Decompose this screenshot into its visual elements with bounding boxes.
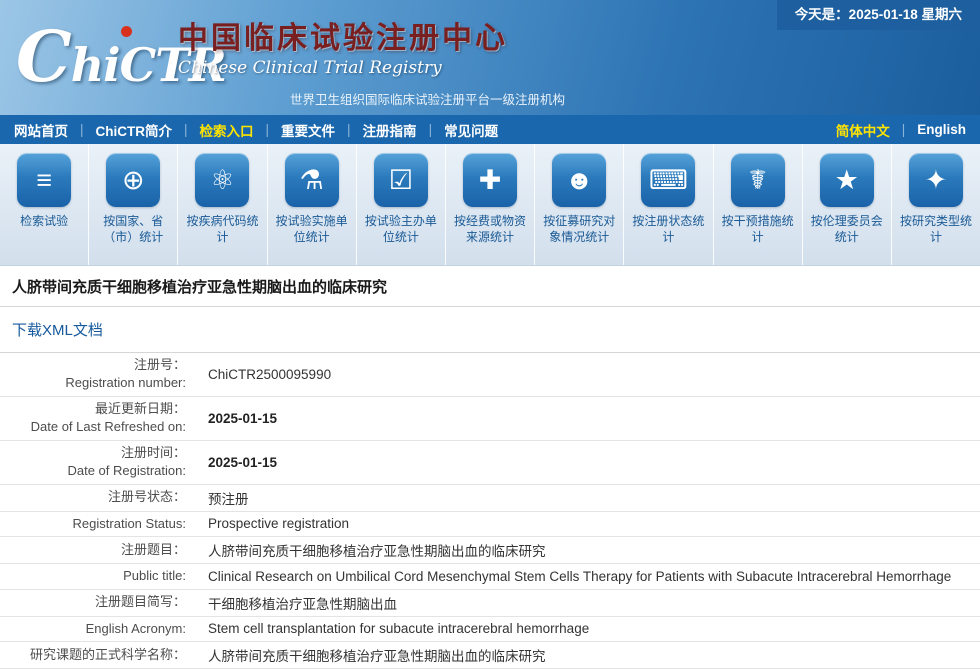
site-subtitle: 世界卫生组织国际临床试验注册平台一级注册机构 xyxy=(290,89,565,108)
nav-separator: | xyxy=(902,122,906,137)
nav-lang-chinese[interactable]: 简体中文 xyxy=(836,120,890,140)
public-title-en-row: Public title: Clinical Research on Umbil… xyxy=(0,564,980,589)
nav-separator: | xyxy=(184,122,188,137)
field-value: 2025-01-15 xyxy=(196,396,980,440)
registration-number-row: 注册号： Registration number: ChiCTR25000959… xyxy=(0,353,980,396)
nav-home[interactable]: 网站首页 xyxy=(14,120,68,140)
field-label: 研究课题的正式科学名称： xyxy=(0,642,196,669)
nav-separator: | xyxy=(266,122,270,137)
site-title-en: Chinese Clinical Trial Registry xyxy=(178,58,565,78)
date-bar: 今天是：2025-01-18 星期六 xyxy=(777,0,980,30)
flask-icon: ⚗ xyxy=(300,165,324,195)
stats-icon-bar: ≡ 检索试验 ⊕ 按国家、省（市）统计 ⚛ 按疾病代码统计 ⚗ 按试验实施单位统… xyxy=(0,144,980,266)
stat-item-label: 检索试验 xyxy=(5,213,83,229)
field-label: 注册号： Registration number: xyxy=(0,353,196,396)
globe-icon: ⊕ xyxy=(122,165,145,195)
field-value: 人脐带间充质干细胞移植治疗亚急性期脑出血的临床研究 xyxy=(196,642,980,669)
stat-item-by-ethics-committee[interactable]: ★ 按伦理委员会统计 xyxy=(803,144,892,265)
logo-accent-dot xyxy=(121,26,132,37)
field-label: English Acronym: xyxy=(0,616,196,641)
dna-icon: ⚛ xyxy=(210,165,234,195)
field-value: 预注册 xyxy=(196,484,980,511)
nav-lang-english[interactable]: English xyxy=(917,122,966,137)
field-label: Registration Status: xyxy=(0,511,196,536)
field-label: 最近更新日期： Date of Last Refreshed on: xyxy=(0,396,196,440)
field-value: 干细胞移植治疗亚急性期脑出血 xyxy=(196,589,980,616)
stat-item-label: 按注册状态统计 xyxy=(629,213,707,245)
field-value: 2025-01-15 xyxy=(196,440,980,484)
stat-item-label: 按试验主办单位统计 xyxy=(362,213,440,245)
stat-item-by-sponsor-unit[interactable]: ☑ 按试验主办单位统计 xyxy=(357,144,446,265)
acronym-en-row: English Acronym: Stem cell transplantati… xyxy=(0,616,980,641)
stat-item-label: 按伦理委员会统计 xyxy=(808,213,886,245)
field-label: Public title: xyxy=(0,564,196,589)
stat-item-label: 按试验实施单位统计 xyxy=(273,213,351,245)
public-title-cn-row: 注册题目： 人脐带间充质干细胞移植治疗亚急性期脑出血的临床研究 xyxy=(0,537,980,564)
field-value: 人脐带间充质干细胞移植治疗亚急性期脑出血的临床研究 xyxy=(196,537,980,564)
registration-date-row: 注册时间： Date of Registration: 2025-01-15 xyxy=(0,440,980,484)
scientific-title-row: 研究课题的正式科学名称： 人脐带间充质干细胞移植治疗亚急性期脑出血的临床研究 xyxy=(0,642,980,669)
stat-item-by-region[interactable]: ⊕ 按国家、省（市）统计 xyxy=(89,144,178,265)
stat-item-by-disease-code[interactable]: ⚛ 按疾病代码统计 xyxy=(178,144,267,265)
stat-item-label: 按干预措施统计 xyxy=(719,213,797,245)
stat-item-label: 按国家、省（市）统计 xyxy=(94,213,172,245)
field-label: 注册号状态： xyxy=(0,484,196,511)
stat-item-label: 按疾病代码统计 xyxy=(183,213,261,245)
nav-guide[interactable]: 注册指南 xyxy=(363,120,417,140)
nav-faq[interactable]: 常见问题 xyxy=(444,120,498,140)
nav-search-entry[interactable]: 检索入口 xyxy=(200,120,254,140)
download-xml-row: 下载XML文档 xyxy=(0,307,980,353)
field-label: 注册时间： Date of Registration: xyxy=(0,440,196,484)
site-header: ChiCTR 中国临床试验注册中心 Chinese Clinical Trial… xyxy=(0,0,980,115)
people-icon: ☻☻ xyxy=(565,165,593,207)
last-refreshed-row: 最近更新日期： Date of Last Refreshed on: 2025-… xyxy=(0,396,980,440)
field-value: ChiCTR2500095990 xyxy=(196,353,980,396)
nav-right: 简体中文 | English xyxy=(836,120,966,140)
stat-item-label: 按研究类型统计 xyxy=(897,213,975,245)
registration-status-cn-row: 注册号状态： 预注册 xyxy=(0,484,980,511)
field-label: 注册题目： xyxy=(0,537,196,564)
nav-left: 网站首页 | ChiCTR简介 | 检索入口 | 重要文件 | 注册指南 | 常… xyxy=(14,120,498,140)
field-value: Clinical Research on Umbilical Cord Mese… xyxy=(196,564,980,589)
stat-item-by-funding-source[interactable]: ✚ 按经费或物资来源统计 xyxy=(446,144,535,265)
site-title-cn: 中国临床试验注册中心 xyxy=(178,13,565,57)
nav-documents[interactable]: 重要文件 xyxy=(281,120,335,140)
nav-separator: | xyxy=(347,122,351,137)
study-title-row: 人脐带间充质干细胞移植治疗亚急性期脑出血的临床研究 xyxy=(0,266,980,307)
doctor-icon: ☤ xyxy=(749,165,767,195)
star-icon: ★ xyxy=(835,165,859,195)
field-value: Stem cell transplantation for subacute i… xyxy=(196,616,980,641)
stat-item-label: 按经费或物资来源统计 xyxy=(451,213,529,245)
stat-item-by-registration-status[interactable]: ⌨ 按注册状态统计 xyxy=(624,144,713,265)
field-label: 注册题目简写： xyxy=(0,589,196,616)
field-value: Prospective registration xyxy=(196,511,980,536)
list-icon: ≡ xyxy=(36,165,52,195)
clipboard-icon: ☑ xyxy=(389,165,413,195)
stat-item-search-trials[interactable]: ≡ 检索试验 xyxy=(0,144,89,265)
site-title-block: 中国临床试验注册中心 Chinese Clinical Trial Regist… xyxy=(178,13,565,108)
registration-detail-table: 注册号： Registration number: ChiCTR25000959… xyxy=(0,353,980,669)
acronym-cn-row: 注册题目简写： 干细胞移植治疗亚急性期脑出血 xyxy=(0,589,980,616)
stat-item-by-intervention[interactable]: ☤ 按干预措施统计 xyxy=(714,144,803,265)
sparkles-icon: ✦ xyxy=(925,165,948,195)
stat-item-by-study-type[interactable]: ✦ 按研究类型统计 xyxy=(892,144,980,265)
study-title: 人脐带间充质干细胞移植治疗亚急性期脑出血的临床研究 xyxy=(12,276,968,297)
nav-separator: | xyxy=(429,122,433,137)
main-nav: 网站首页 | ChiCTR简介 | 检索入口 | 重要文件 | 注册指南 | 常… xyxy=(0,115,980,144)
nav-separator: | xyxy=(80,122,84,137)
stat-item-label: 按征募研究对象情况统计 xyxy=(540,213,618,245)
stat-item-by-implementing-unit[interactable]: ⚗ 按试验实施单位统计 xyxy=(268,144,357,265)
nav-about[interactable]: ChiCTR简介 xyxy=(96,120,173,140)
stat-item-by-recruitment[interactable]: ☻☻ 按征募研究对象情况统计 xyxy=(535,144,624,265)
download-xml-link[interactable]: 下载XML文档 xyxy=(12,322,103,339)
main-content: 人脐带间充质干细胞移植治疗亚急性期脑出血的临床研究 下载XML文档 注册号： R… xyxy=(0,266,980,669)
registration-status-en-row: Registration Status: Prospective registr… xyxy=(0,511,980,536)
keyboard-icon: ⌨ xyxy=(649,165,688,195)
medical-kit-icon: ✚ xyxy=(479,165,502,195)
page: ChiCTR 中国临床试验注册中心 Chinese Clinical Trial… xyxy=(0,0,980,669)
